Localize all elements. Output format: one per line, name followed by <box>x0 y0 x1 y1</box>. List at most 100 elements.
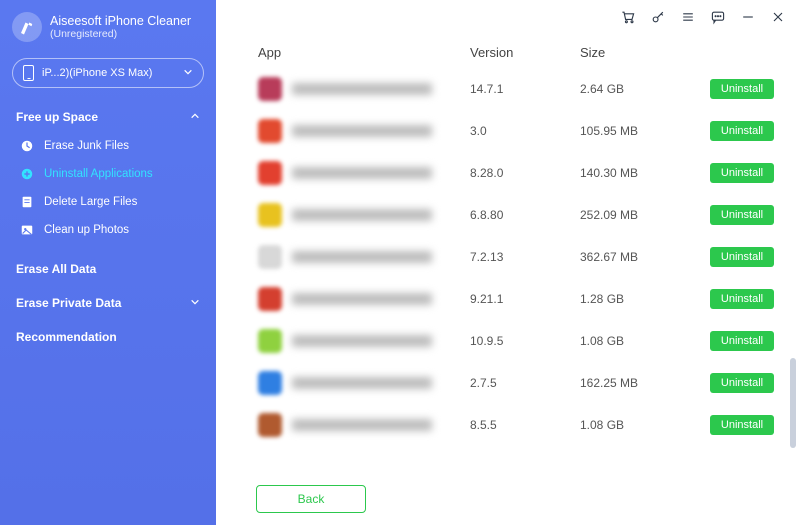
cell-size: 2.64 GB <box>580 82 710 96</box>
footer: Back <box>216 471 800 525</box>
app-icon <box>258 245 282 269</box>
table-row: 3.0105.95 MBUninstall <box>252 110 778 152</box>
cell-version: 2.7.5 <box>470 376 580 390</box>
app-icon <box>258 371 282 395</box>
scrollbar-thumb[interactable] <box>790 358 796 448</box>
col-header-app: App <box>252 45 470 60</box>
image-icon <box>20 223 34 237</box>
cell-size: 1.08 GB <box>580 334 710 348</box>
sidebar-item-erase-private[interactable]: Erase Private Data <box>0 286 216 320</box>
app-name-blurred <box>292 335 432 347</box>
cell-size: 140.30 MB <box>580 166 710 180</box>
app-name-blurred <box>292 209 432 221</box>
cart-icon[interactable] <box>620 9 636 25</box>
sidebar-item-label: Uninstall Applications <box>44 168 153 180</box>
sidebar-item-label: Erase Junk Files <box>44 140 129 152</box>
table-row: 8.5.51.08 GBUninstall <box>252 404 778 446</box>
cell-version: 14.7.1 <box>470 82 580 96</box>
uninstall-button[interactable]: Uninstall <box>710 205 774 225</box>
device-label: iP...2)(iPhone XS Max) <box>42 67 152 79</box>
chevron-up-icon <box>190 110 200 124</box>
cell-size: 252.09 MB <box>580 208 710 222</box>
sidebar-item-label: Erase All Data <box>16 262 96 276</box>
table-row: 2.7.5162.25 MBUninstall <box>252 362 778 404</box>
cell-version: 3.0 <box>470 124 580 138</box>
table-header: App Version Size <box>252 36 778 68</box>
app-name-blurred <box>292 419 432 431</box>
uninstall-button[interactable]: Uninstall <box>710 163 774 183</box>
device-selector[interactable]: iP...2)(iPhone XS Max) <box>12 58 204 88</box>
app-name-blurred <box>292 377 432 389</box>
titlebar <box>216 0 800 34</box>
chevron-down-icon <box>183 67 193 80</box>
table-row: 6.8.80252.09 MBUninstall <box>252 194 778 236</box>
app-icon <box>258 287 282 311</box>
cell-version: 9.21.1 <box>470 292 580 306</box>
app-header: Aiseesoft iPhone Cleaner (Unregistered) <box>0 12 216 52</box>
app-icon <box>258 413 282 437</box>
col-header-size: Size <box>580 45 710 60</box>
sidebar-item-label: Erase Private Data <box>16 296 121 310</box>
cell-version: 10.9.5 <box>470 334 580 348</box>
key-icon[interactable] <box>650 9 666 25</box>
uninstall-button[interactable]: Uninstall <box>710 331 774 351</box>
nav: Free up Space Erase Junk Files Uninstall… <box>0 98 216 358</box>
cell-size: 362.67 MB <box>580 250 710 264</box>
uninstall-button[interactable]: Uninstall <box>710 289 774 309</box>
sidebar-item-recommendation[interactable]: Recommendation <box>0 320 216 354</box>
uninstall-button[interactable]: Uninstall <box>710 121 774 141</box>
sidebar-item-delete-large[interactable]: Delete Large Files <box>0 188 216 216</box>
app-name-blurred <box>292 167 432 179</box>
uninstall-button[interactable]: Uninstall <box>710 247 774 267</box>
sidebar-item-clean-photos[interactable]: Clean up Photos <box>0 216 216 244</box>
app-name-blurred <box>292 125 432 137</box>
cell-version: 8.28.0 <box>470 166 580 180</box>
cell-size: 105.95 MB <box>580 124 710 138</box>
uninstall-button[interactable]: Uninstall <box>710 79 774 99</box>
main-pane: App Version Size 14.7.12.64 GBUninstall3… <box>216 0 800 525</box>
menu-icon[interactable] <box>680 9 696 25</box>
app-table: App Version Size 14.7.12.64 GBUninstall3… <box>216 34 800 471</box>
app-subtitle: (Unregistered) <box>50 28 191 40</box>
app-name-blurred <box>292 83 432 95</box>
close-icon[interactable] <box>770 9 786 25</box>
sidebar-item-label: Recommendation <box>16 330 117 344</box>
col-header-version: Version <box>470 45 580 60</box>
sidebar: Aiseesoft iPhone Cleaner (Unregistered) … <box>0 0 216 525</box>
app-name-blurred <box>292 293 432 305</box>
app-icon <box>258 161 282 185</box>
sidebar-item-erase-junk[interactable]: Erase Junk Files <box>0 132 216 160</box>
gear-plus-icon <box>20 167 34 181</box>
table-row: 10.9.51.08 GBUninstall <box>252 320 778 362</box>
file-icon <box>20 195 34 209</box>
table-row: 9.21.11.28 GBUninstall <box>252 278 778 320</box>
cell-version: 8.5.5 <box>470 418 580 432</box>
app-icon <box>258 203 282 227</box>
back-button[interactable]: Back <box>256 485 366 513</box>
cell-version: 6.8.80 <box>470 208 580 222</box>
phone-icon <box>23 65 34 81</box>
table-body: 14.7.12.64 GBUninstall3.0105.95 MBUninst… <box>252 68 778 450</box>
nav-section-label: Free up Space <box>16 110 98 124</box>
uninstall-button[interactable]: Uninstall <box>710 373 774 393</box>
sidebar-item-uninstall-apps[interactable]: Uninstall Applications <box>0 160 216 188</box>
clock-icon <box>20 139 34 153</box>
uninstall-button[interactable]: Uninstall <box>710 415 774 435</box>
cell-size: 162.25 MB <box>580 376 710 390</box>
nav-section-free-up-space[interactable]: Free up Space <box>0 102 216 132</box>
app-icon <box>258 77 282 101</box>
scrollbar[interactable] <box>790 108 796 471</box>
sidebar-item-erase-all[interactable]: Erase All Data <box>0 252 216 286</box>
app-logo-icon <box>12 12 42 42</box>
app-icon <box>258 329 282 353</box>
app-icon <box>258 119 282 143</box>
cell-version: 7.2.13 <box>470 250 580 264</box>
table-row: 8.28.0140.30 MBUninstall <box>252 152 778 194</box>
table-row: 14.7.12.64 GBUninstall <box>252 68 778 110</box>
minimize-icon[interactable] <box>740 9 756 25</box>
sidebar-item-label: Clean up Photos <box>44 224 129 236</box>
table-row: 7.2.13362.67 MBUninstall <box>252 236 778 278</box>
chevron-down-icon <box>190 296 200 310</box>
feedback-icon[interactable] <box>710 9 726 25</box>
app-title: Aiseesoft iPhone Cleaner <box>50 14 191 28</box>
